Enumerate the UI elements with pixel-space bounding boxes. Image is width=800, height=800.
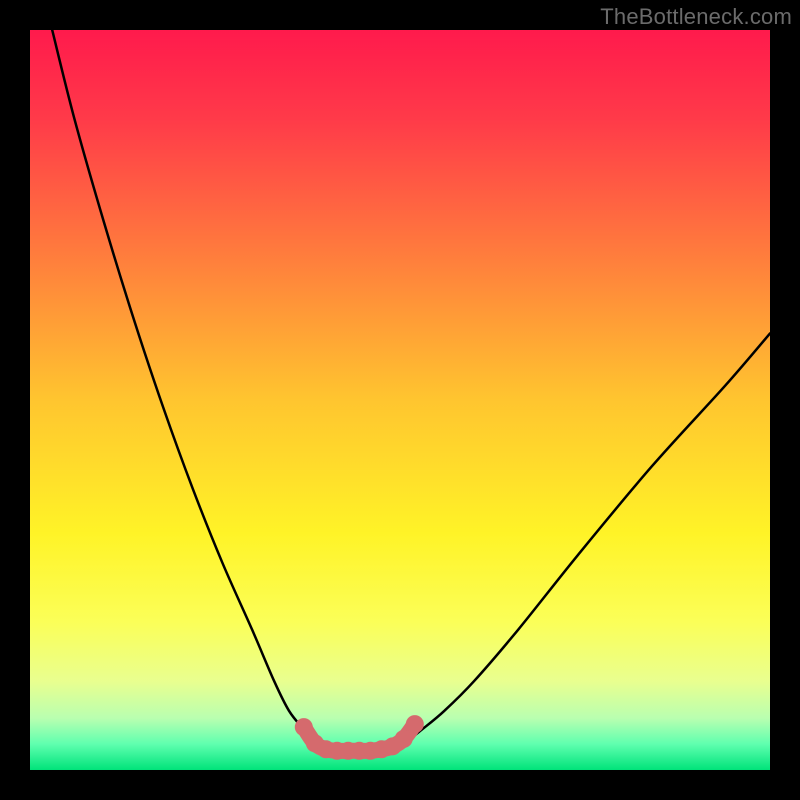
- plot-area: [30, 30, 770, 770]
- marker-bottom-marker-band-9: [395, 730, 413, 748]
- series-left-curve: [52, 30, 326, 746]
- marker-bottom-marker-band-10: [406, 715, 424, 733]
- marker-bottom-marker-band-0: [295, 718, 313, 736]
- chart-frame: TheBottleneck.com: [0, 0, 800, 800]
- watermark-text: TheBottleneck.com: [600, 4, 792, 30]
- series-right-curve: [393, 333, 770, 746]
- curves-layer: [30, 30, 770, 770]
